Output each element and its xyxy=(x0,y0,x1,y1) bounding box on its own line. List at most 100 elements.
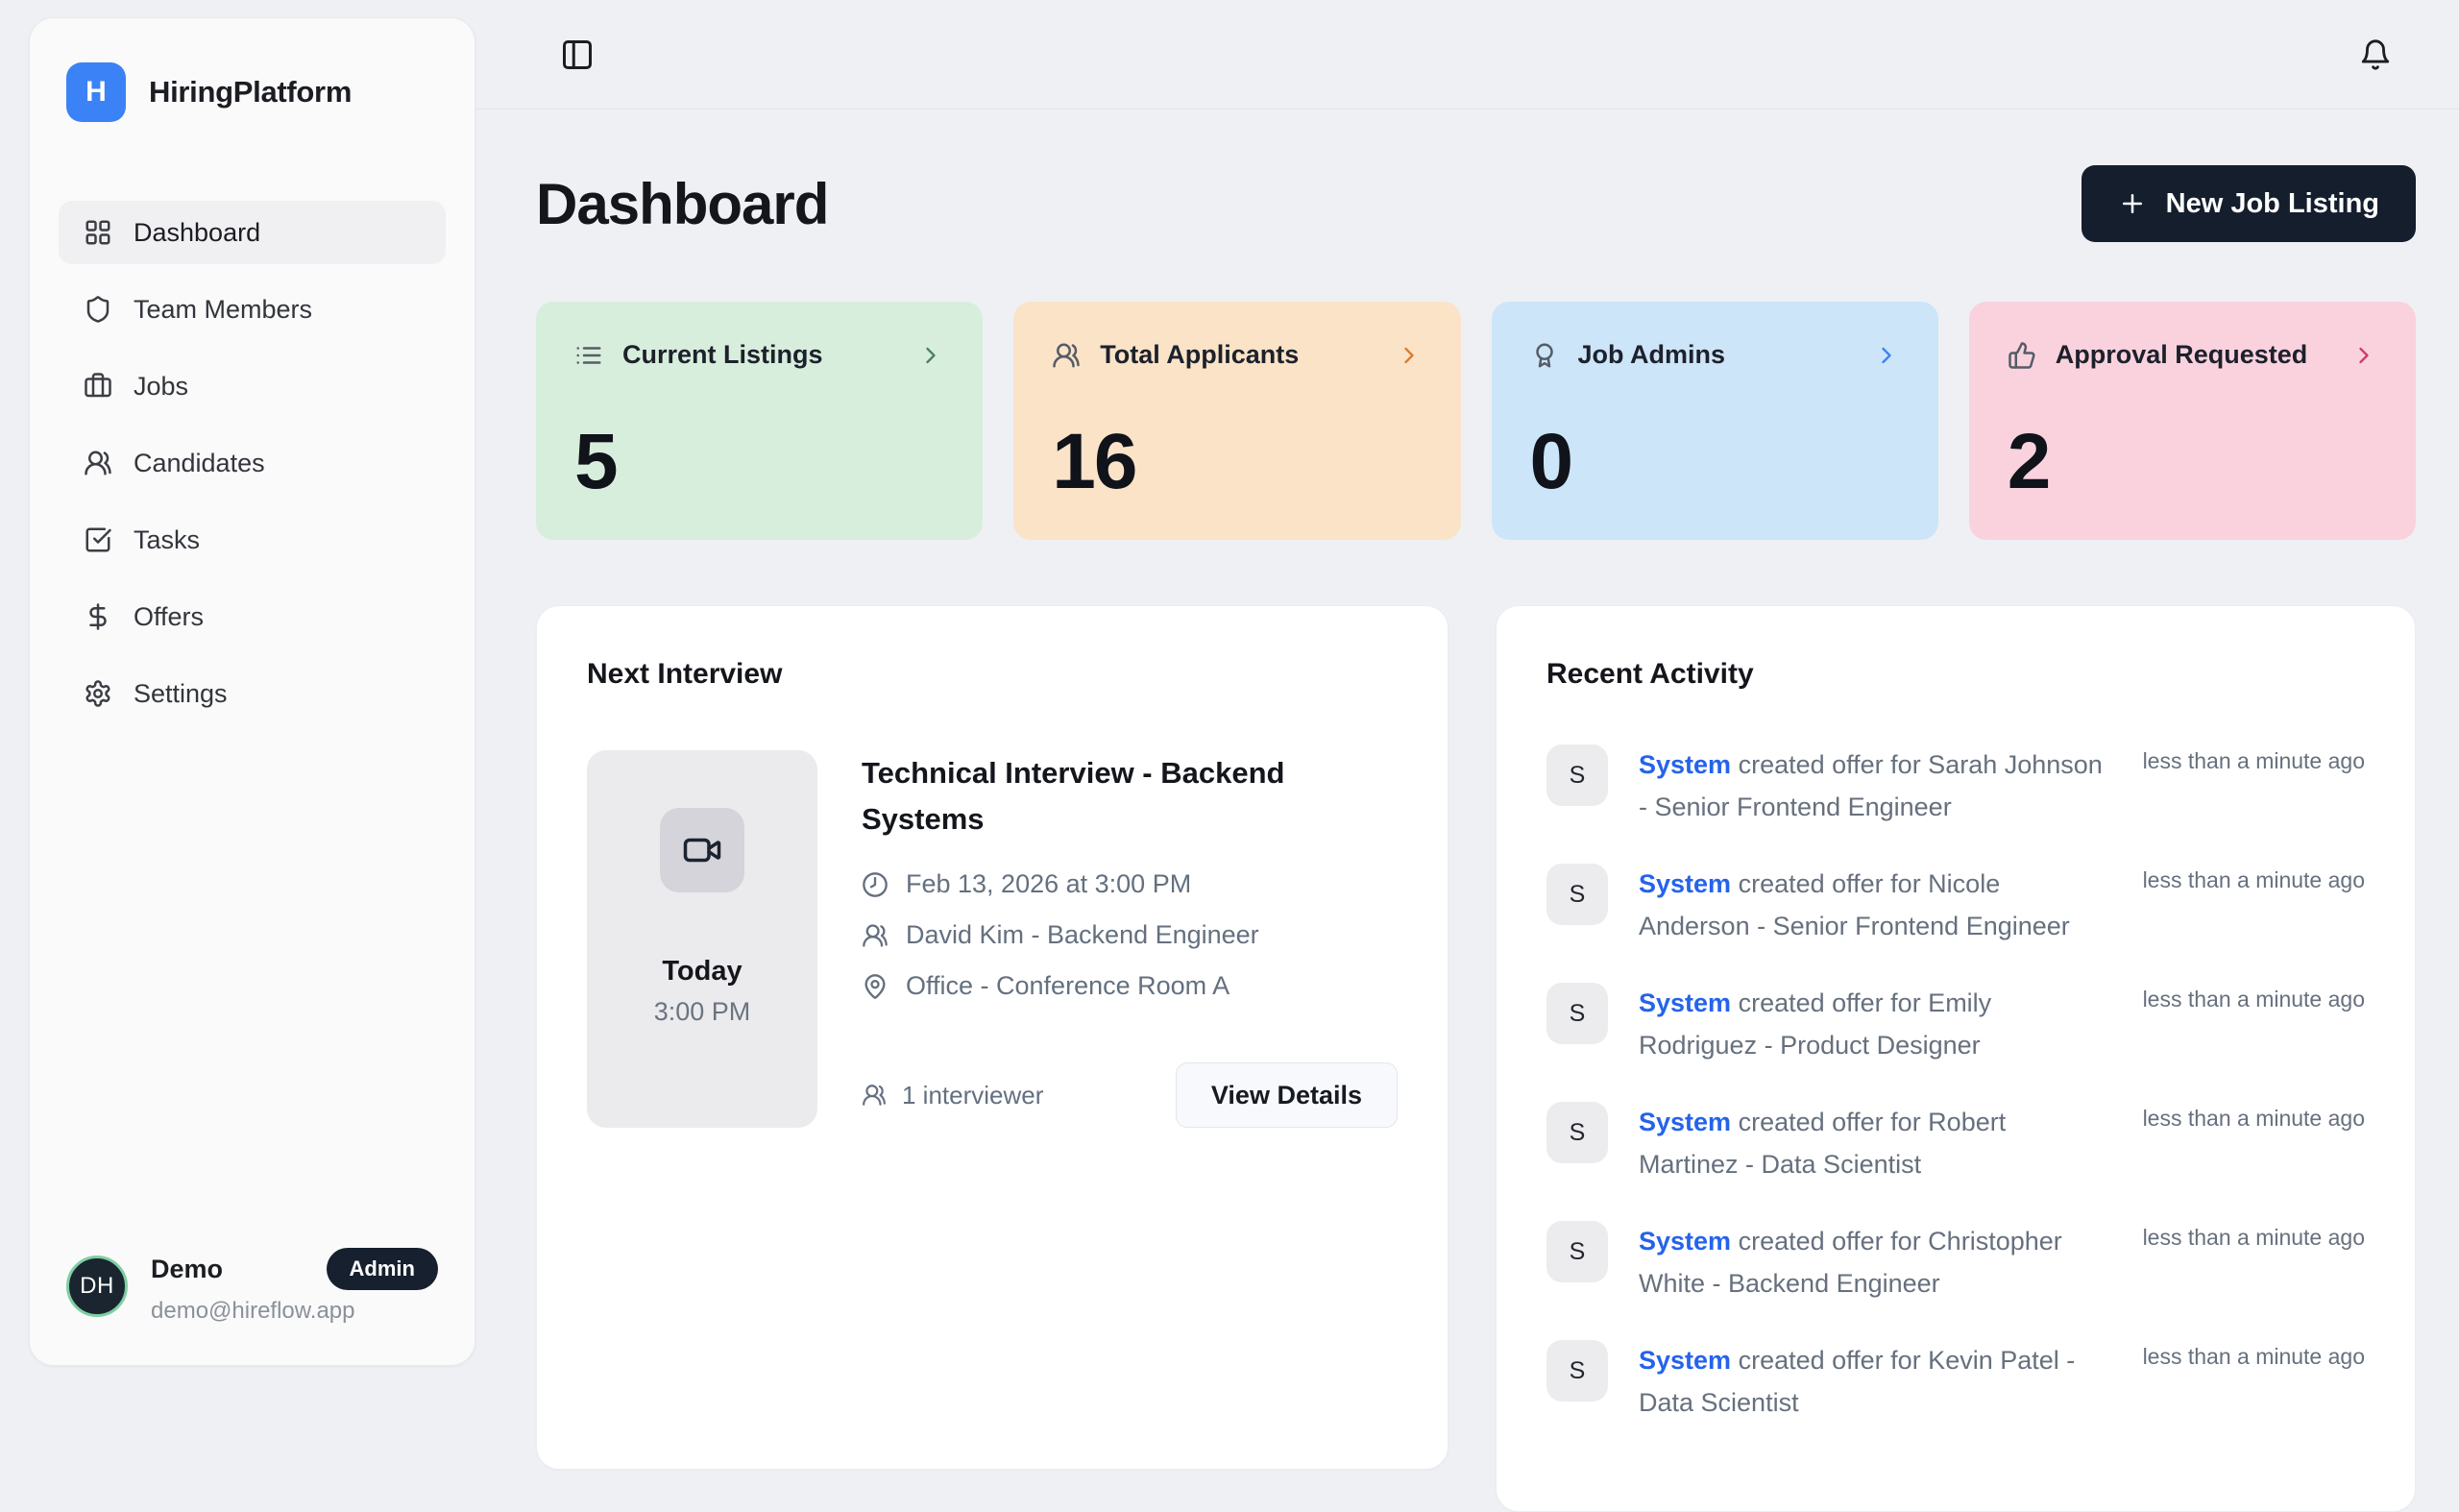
interview-person: David Kim - Backend Engineer xyxy=(906,920,1259,950)
interview-person-row: David Kim - Backend Engineer xyxy=(862,920,1398,950)
dollar-icon xyxy=(84,602,112,631)
sidebar-item-offers[interactable]: Offers xyxy=(59,585,446,648)
activity-item: S System created offer for Robert Martin… xyxy=(1546,1102,2365,1188)
sidebar-item-label: Jobs xyxy=(134,372,188,402)
activity-actor[interactable]: System xyxy=(1639,1346,1731,1375)
interview-event-title: Technical Interview - Backend Systems xyxy=(862,750,1398,842)
chevron-right-icon xyxy=(1873,342,1900,369)
activity-actor[interactable]: System xyxy=(1639,1227,1731,1256)
activity-avatar: S xyxy=(1546,983,1608,1044)
activity-avatar: S xyxy=(1546,1340,1608,1402)
content: Dashboard New Job Listing Current Listin… xyxy=(475,110,2459,1512)
bell-icon xyxy=(2359,38,2392,71)
stat-card-approval-requested[interactable]: Approval Requested 2 xyxy=(1969,302,2416,540)
sidebar-toggle-button[interactable] xyxy=(554,32,600,78)
sidebar-item-label: Dashboard xyxy=(134,218,260,248)
sidebar-item-label: Candidates xyxy=(134,449,265,478)
panel-left-icon xyxy=(560,37,595,72)
role-badge: Admin xyxy=(327,1248,438,1290)
sidebar-item-label: Tasks xyxy=(134,525,200,555)
app-logo: H xyxy=(66,62,126,122)
layout-grid-icon xyxy=(84,218,112,247)
new-job-listing-button[interactable]: New Job Listing xyxy=(2082,165,2416,242)
panels-row: Next Interview Today 3:00 PM Technical I… xyxy=(536,605,2416,1512)
activity-actor[interactable]: System xyxy=(1639,869,1731,898)
square-check-icon xyxy=(84,525,112,554)
activity-timestamp: less than a minute ago xyxy=(2143,1221,2365,1251)
recent-activity-panel: Recent Activity S System created offer f… xyxy=(1496,605,2416,1512)
brand: H HiringPlatform xyxy=(59,51,446,122)
sidebar-item-label: Offers xyxy=(134,602,204,632)
interviewer-count-label: 1 interviewer xyxy=(902,1081,1043,1110)
activity-item: S System created offer for Nicole Anders… xyxy=(1546,864,2365,950)
users-icon xyxy=(1052,341,1081,370)
activity-timestamp: less than a minute ago xyxy=(2143,1340,2365,1370)
stat-value: 16 xyxy=(1052,425,1422,500)
sidebar-item-label: Settings xyxy=(134,679,228,709)
stat-value: 5 xyxy=(574,425,944,500)
stat-value: 2 xyxy=(2008,425,2377,500)
avatar: DH xyxy=(66,1256,128,1317)
activity-timestamp: less than a minute ago xyxy=(2143,983,2365,1012)
interview-time: 3:00 PM xyxy=(654,997,751,1027)
title-row: Dashboard New Job Listing xyxy=(536,165,2416,242)
sidebar-nav: Dashboard Team Members Jobs Candidates T… xyxy=(59,201,446,739)
user-name: Demo xyxy=(151,1255,223,1284)
stat-value: 0 xyxy=(1530,425,1900,500)
award-icon xyxy=(1530,341,1559,370)
activity-actor[interactable]: System xyxy=(1639,750,1731,779)
chevron-right-icon xyxy=(2350,342,2377,369)
recent-activity-title: Recent Activity xyxy=(1546,658,2365,691)
next-interview-panel: Next Interview Today 3:00 PM Technical I… xyxy=(536,605,1449,1470)
next-interview-title: Next Interview xyxy=(587,658,1398,691)
sidebar-item-dashboard[interactable]: Dashboard xyxy=(59,201,446,264)
user-email: demo@hireflow.app xyxy=(151,1298,438,1325)
view-details-button[interactable]: View Details xyxy=(1176,1062,1398,1128)
stat-label: Total Applicants xyxy=(1100,340,1299,370)
stat-card-current-listings[interactable]: Current Listings 5 xyxy=(536,302,983,540)
activity-actor[interactable]: System xyxy=(1639,988,1731,1017)
plus-icon xyxy=(2118,189,2147,218)
user-profile[interactable]: DH Demo Admin demo@hireflow.app xyxy=(59,1238,446,1332)
activity-timestamp: less than a minute ago xyxy=(2143,1102,2365,1132)
interview-thumbnail: Today 3:00 PM xyxy=(587,750,817,1128)
activity-avatar: S xyxy=(1546,1221,1608,1282)
user-info: Demo Admin demo@hireflow.app xyxy=(151,1248,438,1325)
interviewer-count: 1 interviewer xyxy=(862,1081,1043,1110)
stat-label: Current Listings xyxy=(622,340,823,370)
activity-item: S System created offer for Emily Rodrigu… xyxy=(1546,983,2365,1069)
activity-actor[interactable]: System xyxy=(1639,1108,1731,1136)
sidebar-item-jobs[interactable]: Jobs xyxy=(59,354,446,418)
interview-location: Office - Conference Room A xyxy=(906,971,1230,1001)
activity-timestamp: less than a minute ago xyxy=(2143,744,2365,774)
new-job-listing-label: New Job Listing xyxy=(2166,188,2379,220)
stat-label: Approval Requested xyxy=(2056,340,2308,370)
chevron-right-icon xyxy=(917,342,944,369)
sidebar-item-tasks[interactable]: Tasks xyxy=(59,508,446,572)
interview-datetime-row: Feb 13, 2026 at 3:00 PM xyxy=(862,869,1398,899)
activity-avatar: S xyxy=(1546,864,1608,925)
sidebar-item-candidates[interactable]: Candidates xyxy=(59,431,446,495)
activity-item: S System created offer for Sarah Johnson… xyxy=(1546,744,2365,831)
activity-timestamp: less than a minute ago xyxy=(2143,864,2365,893)
map-pin-icon xyxy=(862,973,889,1000)
stat-card-total-applicants[interactable]: Total Applicants 16 xyxy=(1013,302,1460,540)
activity-avatar: S xyxy=(1546,744,1608,806)
sidebar-item-label: Team Members xyxy=(134,295,312,325)
briefcase-icon xyxy=(84,372,112,401)
interview-location-row: Office - Conference Room A xyxy=(862,971,1398,1001)
activity-item: S System created offer for Kevin Patel -… xyxy=(1546,1340,2365,1427)
topbar xyxy=(475,0,2459,110)
sidebar: H HiringPlatform Dashboard Team Members … xyxy=(29,17,475,1366)
notifications-button[interactable] xyxy=(2353,33,2398,77)
gear-icon xyxy=(84,679,112,708)
stats-row: Current Listings 5 Total Applicants xyxy=(536,302,2416,540)
list-icon xyxy=(574,341,603,370)
stat-card-job-admins[interactable]: Job Admins 0 xyxy=(1492,302,1938,540)
sidebar-item-settings[interactable]: Settings xyxy=(59,662,446,725)
thumbs-up-icon xyxy=(2008,341,2036,370)
sidebar-item-team-members[interactable]: Team Members xyxy=(59,278,446,341)
stat-label: Job Admins xyxy=(1578,340,1726,370)
main-area: Dashboard New Job Listing Current Listin… xyxy=(475,0,2459,1383)
video-icon xyxy=(660,808,744,892)
